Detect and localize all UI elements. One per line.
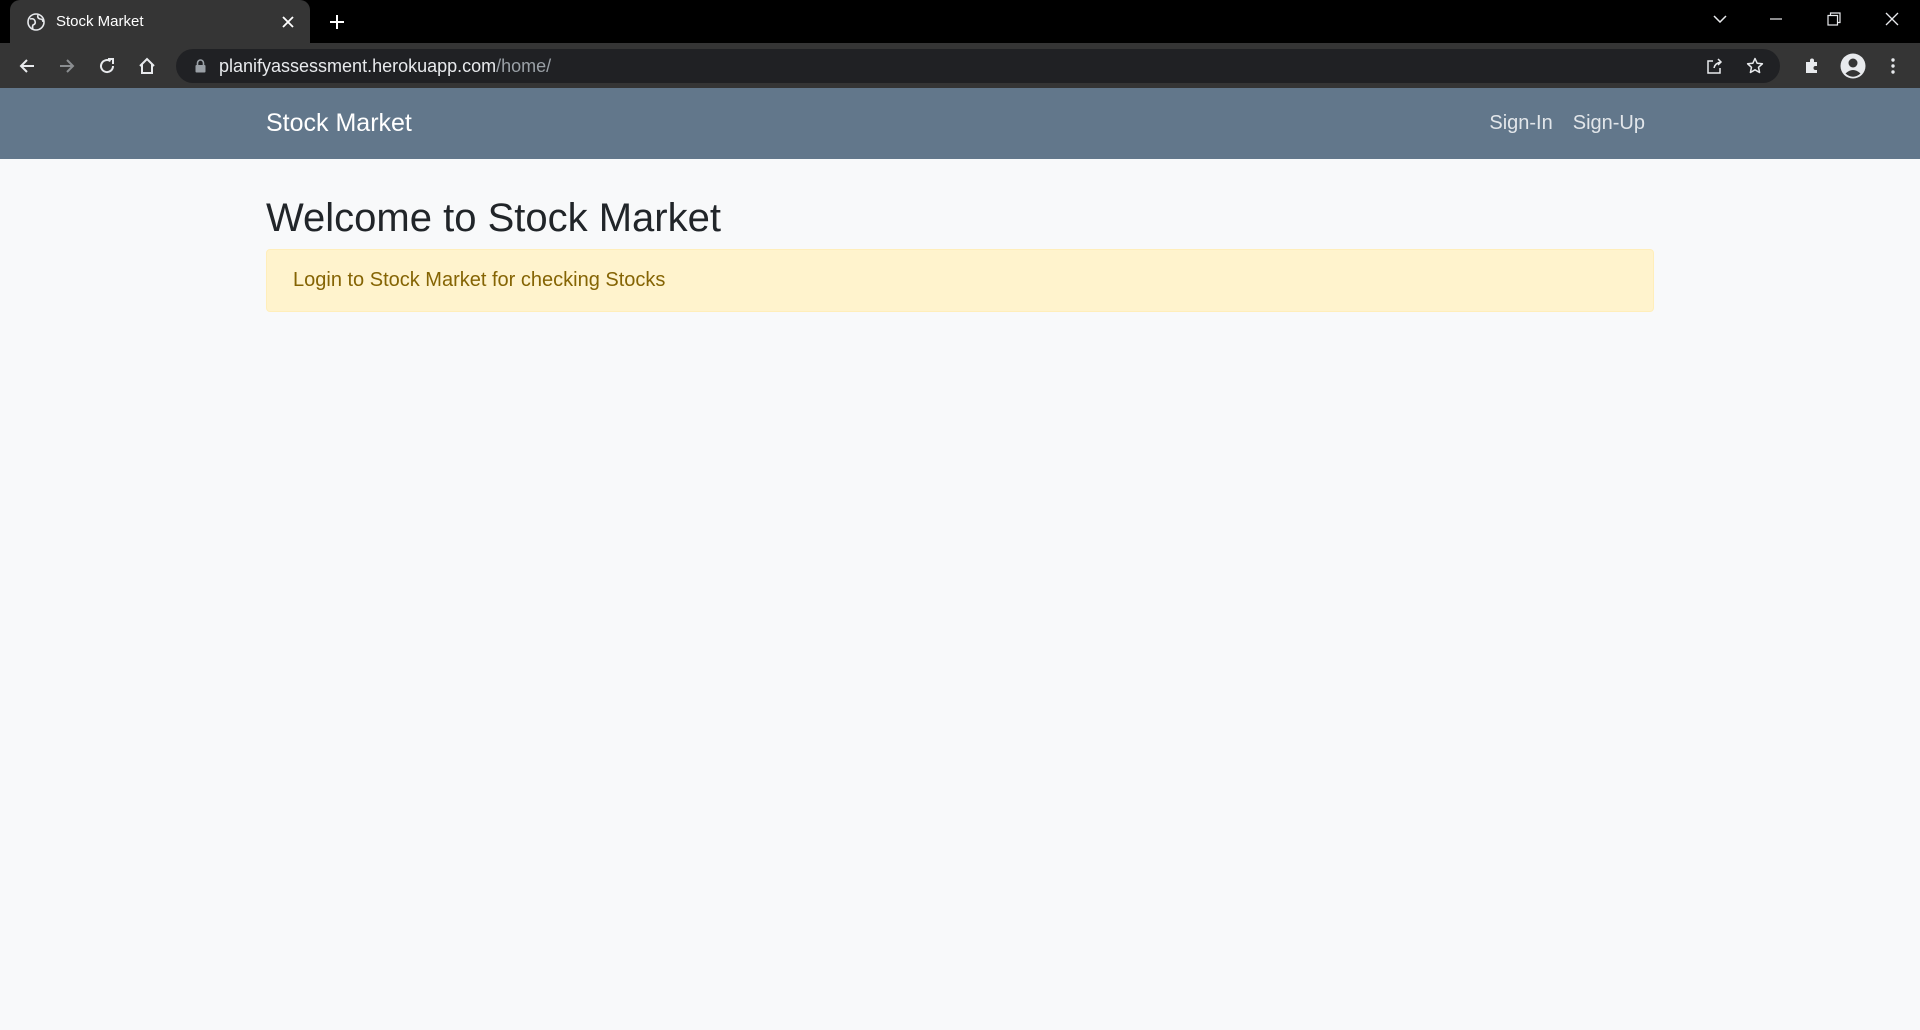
browser-tab[interactable]: Stock Market (10, 0, 310, 43)
page-title: Welcome to Stock Market (266, 196, 721, 240)
sign-up-link[interactable]: Sign-Up (1573, 112, 1645, 135)
forward-arrow-icon[interactable] (50, 49, 84, 83)
new-tab-icon[interactable] (322, 8, 352, 36)
bookmark-star-icon[interactable] (1738, 49, 1772, 83)
share-icon[interactable] (1698, 49, 1732, 83)
browser-toolbar: planifyassessment.herokuapp.com/home/ (0, 43, 1920, 88)
site-navbar: Stock Market Sign-In Sign-Up (0, 88, 1920, 159)
reload-icon[interactable] (90, 49, 124, 83)
tab-title: Stock Market (56, 13, 144, 30)
url-path: /home/ (496, 55, 552, 76)
browser-menu-icon[interactable] (1876, 49, 1910, 83)
alert-text: Login to Stock Market for checking Stock… (293, 269, 666, 291)
tab-search-chevron-icon[interactable] (1692, 0, 1748, 38)
profile-avatar-icon[interactable] (1836, 49, 1870, 83)
home-icon[interactable] (130, 49, 164, 83)
address-bar[interactable]: planifyassessment.herokuapp.com/home/ (176, 49, 1780, 83)
main-content: Welcome to Stock Market Login to Stock M… (266, 159, 1654, 312)
lock-icon[interactable] (191, 57, 209, 75)
close-tab-icon[interactable] (274, 8, 302, 36)
restore-icon[interactable] (1806, 0, 1862, 38)
back-arrow-icon[interactable] (10, 49, 44, 83)
close-window-icon[interactable] (1864, 0, 1920, 38)
browser-tab-bar: Stock Market (0, 0, 1920, 43)
login-alert: Login to Stock Market for checking Stock… (266, 249, 1654, 312)
extensions-puzzle-icon[interactable] (1795, 49, 1829, 83)
sign-in-link[interactable]: Sign-In (1489, 112, 1552, 135)
nav-links: Sign-In Sign-Up (1469, 88, 1645, 159)
brand-link[interactable]: Stock Market (266, 88, 412, 159)
minimize-icon[interactable] (1748, 0, 1804, 38)
url-text: planifyassessment.herokuapp.com/home/ (219, 56, 551, 77)
globe-icon (26, 12, 46, 32)
url-host: planifyassessment.herokuapp.com (219, 55, 497, 76)
